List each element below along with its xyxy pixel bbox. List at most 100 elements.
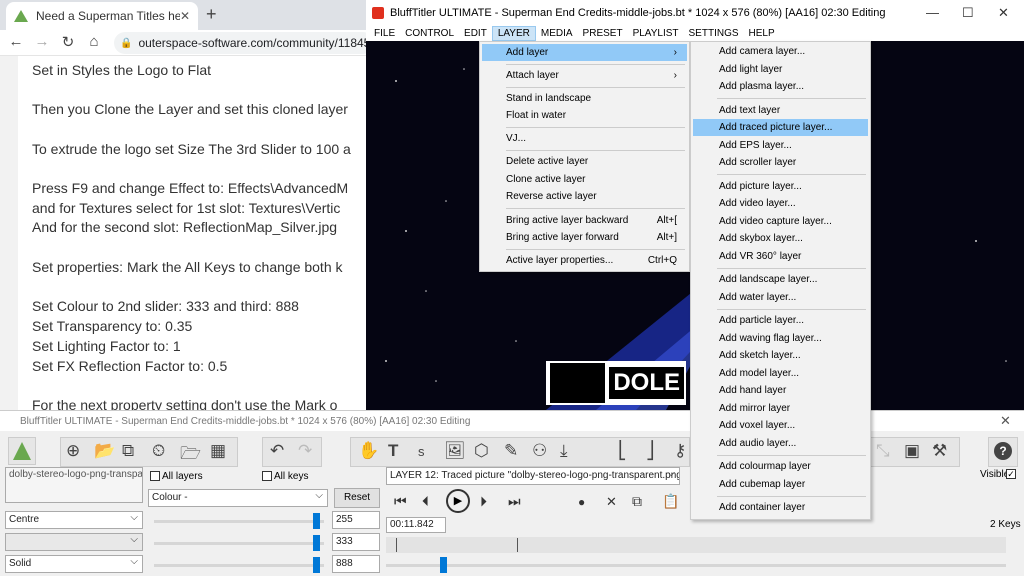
menu-edit[interactable]: EDIT xyxy=(459,26,492,41)
value-2-field[interactable]: 333 xyxy=(332,533,380,551)
step-back-icon[interactable]: ⏴ xyxy=(422,493,429,510)
value-3-field[interactable]: 888 xyxy=(332,555,380,573)
copy-key-icon[interactable]: ⧉ xyxy=(632,493,642,510)
slider-2-thumb[interactable] xyxy=(313,535,320,551)
menu-playlist[interactable]: PLAYLIST xyxy=(628,26,684,41)
open-show-icon[interactable]: 📂 xyxy=(94,441,115,461)
model-layer-icon[interactable]: ⬡ xyxy=(474,441,489,461)
menu-control[interactable]: CONTROL xyxy=(400,26,459,41)
menu-item-add-mirror[interactable]: Add mirror layer xyxy=(693,400,868,417)
send-layer-icon[interactable]: ⎦ xyxy=(646,441,655,461)
menu-item-add-text[interactable]: Add text layer xyxy=(693,102,868,119)
panel-close-icon[interactable]: ✕ xyxy=(1000,413,1011,429)
menu-item-add-model[interactable]: Add model layer... xyxy=(693,365,868,382)
delete-key-icon[interactable]: ✕ xyxy=(606,494,617,510)
menu-item-stand-in-landscape[interactable]: Stand in landscape xyxy=(482,90,687,107)
slider-3-track[interactable] xyxy=(154,564,324,567)
menu-item-add-scroller[interactable]: Add scroller layer xyxy=(693,154,868,171)
step-forward-icon[interactable]: ⏵ xyxy=(480,493,487,510)
menu-item-attach-layer[interactable]: Attach layer › xyxy=(482,67,687,84)
address-bar[interactable]: 🔒 outerspace-software.com/community/1184… xyxy=(114,32,368,54)
menu-item-add-colourmap[interactable]: Add colourmap layer xyxy=(693,458,868,475)
all-layers-checkbox[interactable] xyxy=(150,471,160,481)
menu-item-add-camera[interactable]: Add camera layer... xyxy=(693,43,868,60)
sketch-layer-icon[interactable]: ✎ xyxy=(504,441,518,461)
resolution-icon[interactable]: ⧉ xyxy=(122,441,134,461)
text-layer-icon[interactable]: T xyxy=(388,441,398,461)
menu-item-add-water[interactable]: Add water layer... xyxy=(693,289,868,306)
menu-item-add-eps[interactable]: Add EPS layer... xyxy=(693,137,868,154)
menu-item-vj[interactable]: VJ... xyxy=(482,130,687,147)
menu-item-delete-layer[interactable]: Delete active layer xyxy=(482,153,687,170)
folder-icon[interactable]: 🗁 xyxy=(180,441,201,470)
new-show-icon[interactable]: ⊕ xyxy=(66,441,80,461)
visible-checkbox[interactable]: ✓ xyxy=(1006,469,1016,479)
bring-layer-icon[interactable]: ⎣ xyxy=(618,441,627,461)
export-icon[interactable]: ⤓ xyxy=(560,441,568,461)
menu-preset[interactable]: PRESET xyxy=(578,26,628,41)
key-icon[interactable]: ⚷ xyxy=(674,441,686,461)
menu-item-reverse-layer[interactable]: Reverse active layer xyxy=(482,188,687,205)
value-1-field[interactable]: 255 xyxy=(332,511,380,529)
menu-item-add-hand[interactable]: Add hand layer xyxy=(693,382,868,399)
secondary-select[interactable] xyxy=(5,533,143,551)
new-tab-icon[interactable]: + xyxy=(206,4,217,25)
slider-1-thumb[interactable] xyxy=(313,513,320,529)
menu-item-add-light[interactable]: Add light layer xyxy=(693,61,868,78)
menu-item-add-vr360[interactable]: Add VR 360° layer xyxy=(693,248,868,265)
menu-item-add-layer[interactable]: Add layer › xyxy=(482,44,687,61)
menu-item-add-cubemap[interactable]: Add cubemap layer xyxy=(693,476,868,493)
minimize-icon[interactable]: — xyxy=(926,5,939,20)
menu-item-add-video[interactable]: Add video layer... xyxy=(693,195,868,212)
menu-item-clone-layer[interactable]: Clone active layer xyxy=(482,171,687,188)
browser-tab[interactable]: Need a Superman Titles help fro ✕ xyxy=(6,2,198,30)
reload-icon[interactable]: ↻ xyxy=(58,33,78,51)
forward-icon[interactable]: → xyxy=(32,33,52,50)
render-style-select[interactable]: Solid xyxy=(5,555,143,573)
close-window-icon[interactable]: ✕ xyxy=(998,5,1009,21)
record-key-icon[interactable]: ● xyxy=(578,495,585,509)
go-end-icon[interactable]: ⏭ xyxy=(508,493,521,510)
menu-settings[interactable]: SETTINGS xyxy=(684,26,744,41)
menu-item-layer-properties[interactable]: Active layer properties... Ctrl+Q xyxy=(482,252,687,269)
texture-icon[interactable]: ▣ xyxy=(904,441,920,461)
menu-item-add-waving-flag[interactable]: Add waving flag layer... xyxy=(693,330,868,347)
app-logo-button[interactable] xyxy=(8,437,36,465)
menu-media[interactable]: MEDIA xyxy=(536,26,578,41)
menu-item-add-traced-picture[interactable]: Add traced picture layer... xyxy=(693,119,868,136)
back-icon[interactable]: ← xyxy=(6,33,26,50)
menu-item-float-in-water[interactable]: Float in water xyxy=(482,107,687,124)
menu-item-add-picture[interactable]: Add picture layer... xyxy=(693,178,868,195)
undo-icon[interactable]: ↶ xyxy=(270,441,284,461)
menu-item-add-container[interactable]: Add container layer xyxy=(693,499,868,516)
paste-key-icon[interactable]: 📋 xyxy=(662,493,679,510)
home-icon[interactable]: ⌂ xyxy=(84,33,104,50)
go-start-icon[interactable]: ⏮ xyxy=(394,493,407,510)
menu-item-add-landscape[interactable]: Add landscape layer... xyxy=(693,271,868,288)
slider-2-track[interactable] xyxy=(154,542,324,545)
alignment-select[interactable]: Centre xyxy=(5,511,143,529)
all-keys-checkbox[interactable] xyxy=(262,471,272,481)
time-field[interactable]: 00:11.842 xyxy=(386,517,446,533)
timer-icon[interactable]: ⏲ xyxy=(152,441,165,461)
magic-wand-icon[interactable]: ⚒ xyxy=(932,441,947,461)
slider-3-thumb[interactable] xyxy=(313,557,320,573)
picture-layer-icon[interactable]: 🖼 xyxy=(444,441,466,461)
time-slider-track[interactable] xyxy=(386,564,1006,567)
camera-layer-icon[interactable]: ✋ xyxy=(358,441,379,461)
menu-item-add-audio[interactable]: Add audio layer... xyxy=(693,435,868,452)
fit-icon[interactable]: ⤡ xyxy=(876,441,890,461)
menu-item-bring-backward[interactable]: Bring active layer backward Alt+[ xyxy=(482,212,687,229)
particle-layer-icon[interactable]: ⚇ xyxy=(532,441,547,461)
menu-layer[interactable]: LAYER xyxy=(491,26,536,41)
menu-item-add-plasma[interactable]: Add plasma layer... xyxy=(693,78,868,95)
menu-item-add-sketch[interactable]: Add sketch layer... xyxy=(693,347,868,364)
close-tab-icon[interactable]: ✕ xyxy=(180,9,190,23)
help-icon[interactable]: ? xyxy=(994,442,1012,460)
scroller-layer-icon[interactable]: s xyxy=(418,444,425,459)
play-button[interactable]: ▶ xyxy=(446,489,470,513)
menu-file[interactable]: FILE xyxy=(369,26,400,41)
time-slider-thumb[interactable] xyxy=(440,557,447,573)
property-select[interactable]: Colour - xyxy=(148,489,328,507)
menu-item-add-voxel[interactable]: Add voxel layer... xyxy=(693,417,868,434)
